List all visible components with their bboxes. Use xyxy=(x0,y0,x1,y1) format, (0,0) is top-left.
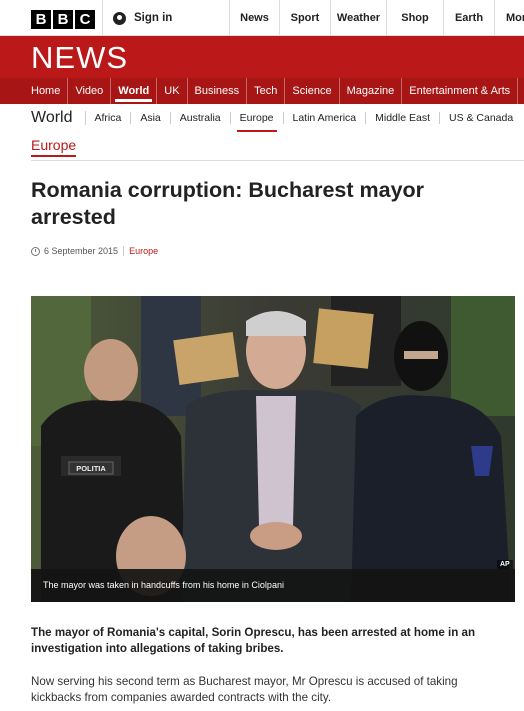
bbc-logo-letter: B xyxy=(53,10,73,29)
news-nav-magazine[interactable]: Magazine xyxy=(340,78,403,104)
world-nav-asia[interactable]: Asia xyxy=(131,112,171,124)
news-nav-science[interactable]: Science xyxy=(285,78,340,104)
top-nav-weather[interactable]: Weather xyxy=(330,0,386,36)
vest-badge: POLITIA xyxy=(68,461,114,475)
article-meta: 6 September 2015 Europe xyxy=(31,246,158,256)
meta-separator xyxy=(123,246,125,256)
article-paragraph: Now serving his second term as Bucharest… xyxy=(31,675,458,704)
article-category-link[interactable]: Europe xyxy=(129,246,158,256)
world-nav-australia[interactable]: Australia xyxy=(171,112,231,124)
signin-link[interactable]: Sign in xyxy=(102,0,172,36)
world-nav-latin-america[interactable]: Latin America xyxy=(284,112,367,124)
news-nav-uk[interactable]: UK xyxy=(157,78,188,104)
photo-credit: AP xyxy=(497,560,513,569)
article-lead: The mayor of Romania's capital, Sorin Op… xyxy=(31,626,476,655)
clock-icon xyxy=(31,246,40,256)
news-nav-video[interactable]: Video xyxy=(68,78,112,104)
top-nav-more[interactable]: More xyxy=(494,0,524,36)
subsection-link[interactable]: Europe xyxy=(31,137,77,157)
bbc-logo-letter: C xyxy=(75,10,95,29)
news-nav-entertainment[interactable]: Entertainment & Arts xyxy=(402,78,519,104)
world-section-nav: World Africa Asia Australia Europe Latin… xyxy=(31,104,524,132)
top-nav-shop[interactable]: Shop xyxy=(386,0,443,36)
bbc-top-bar: B B C Sign in News Sport Weather Shop Ea… xyxy=(0,0,524,36)
photo-illustration: POLITIA xyxy=(31,296,515,602)
signin-label: Sign in xyxy=(134,12,173,24)
news-nav-business[interactable]: Business xyxy=(188,78,248,104)
section-title[interactable]: World xyxy=(31,110,86,126)
section-divider xyxy=(31,160,524,161)
world-nav-africa[interactable]: Africa xyxy=(86,112,132,124)
article-headline: Romania corruption: Bucharest mayor arre… xyxy=(31,178,425,229)
photo-caption: The mayor was taken in handcuffs from hi… xyxy=(31,569,515,602)
world-nav-europe[interactable]: Europe xyxy=(231,112,284,132)
world-nav-middle-east[interactable]: Middle East xyxy=(366,112,440,124)
top-nav-sport[interactable]: Sport xyxy=(279,0,330,36)
news-nav-world[interactable]: World xyxy=(111,78,158,104)
top-nav-earth[interactable]: Earth xyxy=(443,0,494,36)
news-nav-home[interactable]: Home xyxy=(31,78,69,104)
top-nav-news[interactable]: News xyxy=(229,0,279,36)
article-photo: POLITIA xyxy=(31,296,515,602)
world-nav-us-canada[interactable]: US & Canada xyxy=(440,112,522,124)
top-nav: News Sport Weather Shop Earth More xyxy=(229,0,524,36)
news-logo[interactable]: NEWS xyxy=(31,40,128,76)
news-banner: NEWS xyxy=(0,36,524,78)
bbc-logo-letter: B xyxy=(31,10,51,29)
article-date: 6 September 2015 xyxy=(44,246,119,256)
news-nav: Home Video World UK Business Tech Scienc… xyxy=(0,78,524,104)
bbc-logo[interactable]: B B C xyxy=(31,10,95,29)
user-icon xyxy=(113,11,126,25)
vest-label: POLITIA xyxy=(76,464,106,473)
news-nav-tech[interactable]: Tech xyxy=(247,78,286,104)
